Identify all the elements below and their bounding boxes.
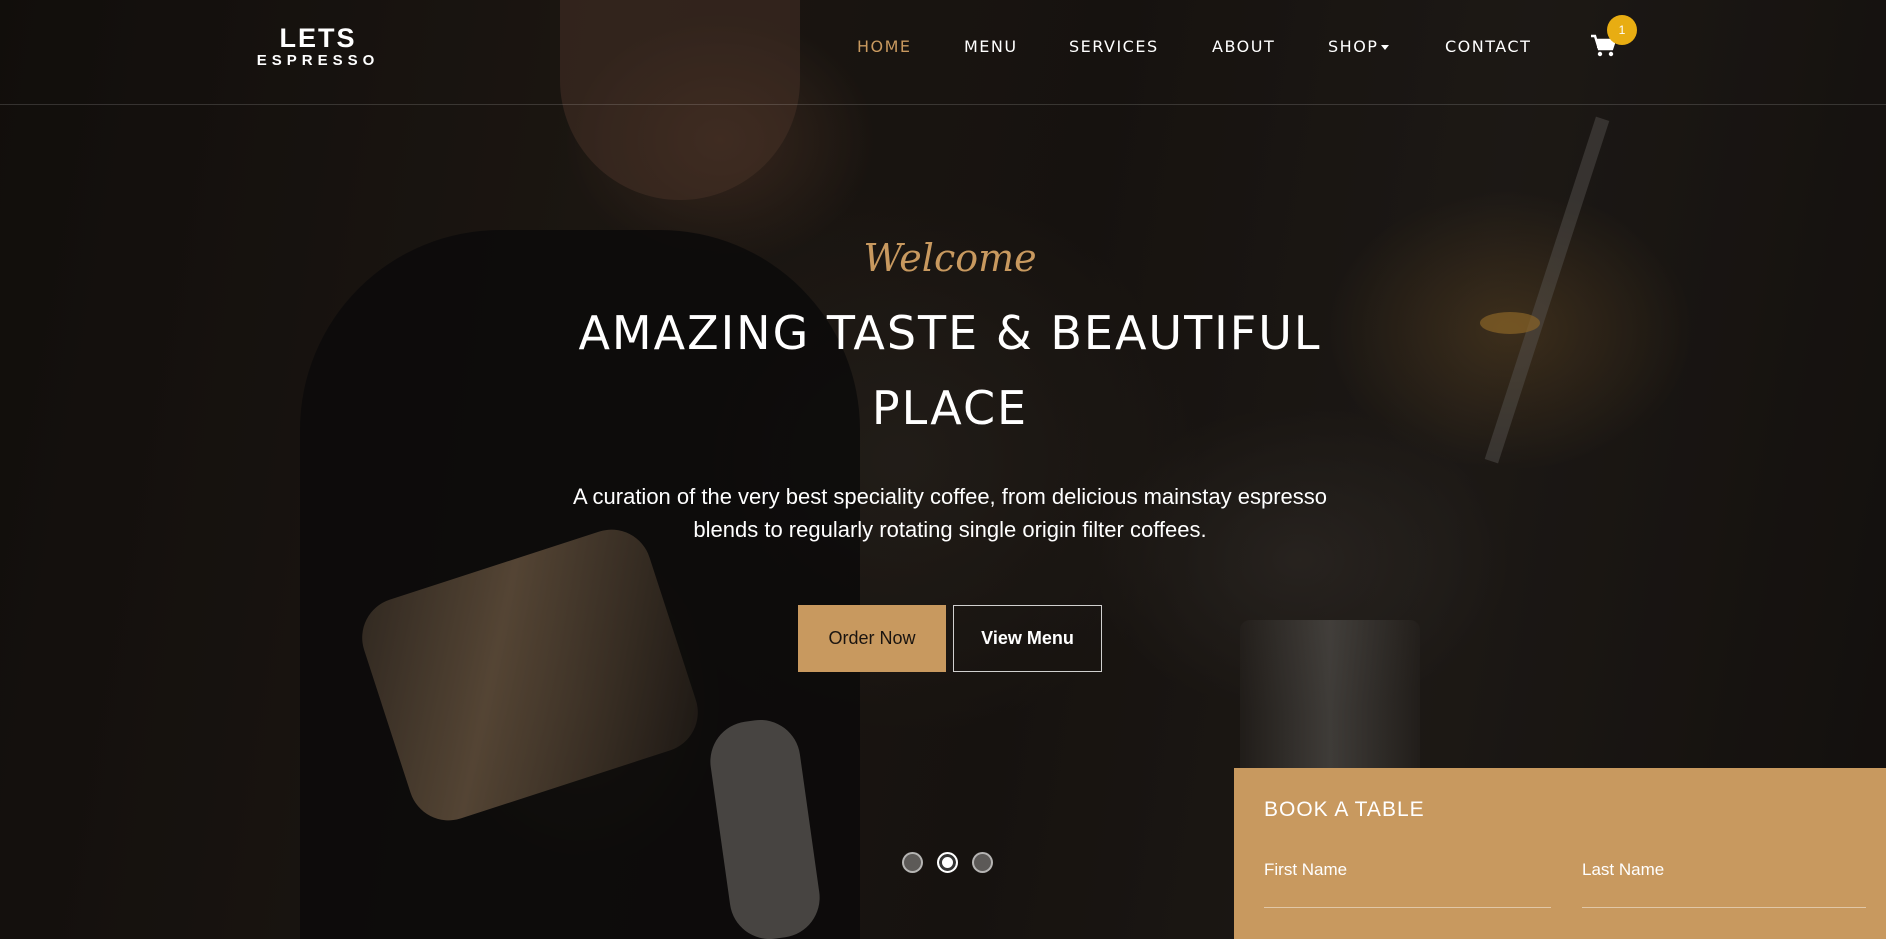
order-now-button[interactable]: Order Now — [798, 605, 946, 672]
nav-shop[interactable]: SHOP — [1328, 37, 1390, 56]
view-menu-button[interactable]: View Menu — [953, 605, 1102, 672]
cart-count-badge: 1 — [1607, 15, 1637, 45]
logo-top-text: LETS — [279, 23, 357, 53]
headline-line-1: AMAZING TASTE & BEAUTIFUL — [578, 306, 1322, 360]
book-a-table-panel: BOOK A TABLE First Name Last Name — [1234, 768, 1886, 939]
site-logo[interactable]: LETS ESPRESSO — [256, 24, 380, 70]
top-navbar: LETS ESPRESSO HOME MENU SERVICES ABOUT S… — [0, 0, 1886, 105]
chevron-down-icon — [1381, 45, 1390, 50]
first-name-label: First Name — [1264, 860, 1348, 879]
nav-menu[interactable]: MENU — [964, 37, 1018, 56]
logo-bottom-text: ESPRESSO — [256, 52, 380, 69]
slide-dot-2[interactable] — [937, 852, 958, 873]
slide-dot-1[interactable] — [902, 852, 923, 873]
slider-pagination — [902, 852, 993, 873]
nav-services[interactable]: SERVICES — [1069, 37, 1159, 56]
nav-home[interactable]: HOME — [857, 37, 912, 56]
nav-contact[interactable]: CONTACT — [1445, 37, 1531, 56]
milk-cup — [705, 714, 825, 939]
pendant-lamp — [1480, 312, 1540, 334]
subtitle-line-1: A curation of the very best speciality c… — [572, 484, 1328, 509]
welcome-eyebrow: Welcome — [863, 236, 1037, 280]
first-name-field[interactable]: First Name — [1264, 860, 1551, 908]
last-name-field[interactable]: Last Name — [1582, 860, 1866, 908]
slide-dot-3[interactable] — [972, 852, 993, 873]
coffee-machine — [1240, 620, 1420, 780]
booking-title: BOOK A TABLE — [1264, 798, 1425, 821]
nav-about[interactable]: ABOUT — [1212, 37, 1275, 56]
last-name-label: Last Name — [1582, 860, 1665, 879]
steam-wand — [1484, 116, 1610, 464]
milk-pitcher — [351, 519, 709, 831]
hero-headline: AMAZING TASTE & BEAUTIFUL PLACE — [530, 296, 1370, 446]
subtitle-line-2: blends to regularly rotating single orig… — [693, 517, 1207, 542]
hero-subtitle: A curation of the very best speciality c… — [500, 480, 1400, 546]
headline-line-2: PLACE — [871, 381, 1029, 435]
nav-shop-label: SHOP — [1328, 37, 1379, 56]
